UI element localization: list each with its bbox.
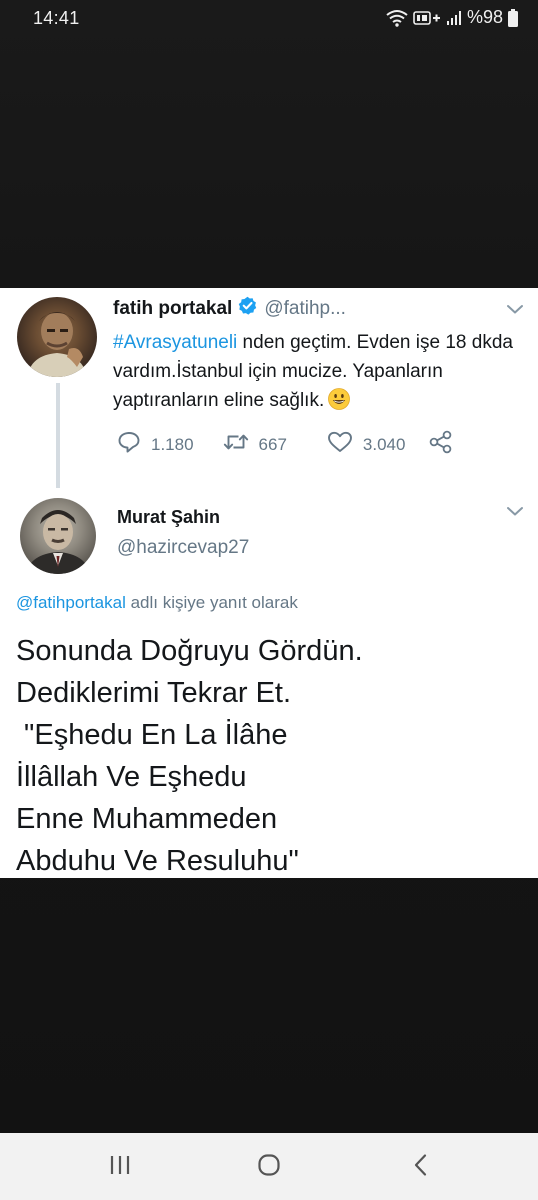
home-icon[interactable]	[257, 1153, 281, 1182]
reply-text-line: Dediklerimi Tekrar Et.	[16, 677, 292, 709]
status-time: 14:41	[33, 8, 80, 28]
like-action[interactable]: 3.040	[327, 431, 406, 458]
back-icon[interactable]	[411, 1153, 431, 1182]
like-count: 3.040	[362, 434, 406, 454]
reply-text: Sonunda Doğruyu Gördün. Dediklerimi Tekr…	[16, 630, 526, 882]
phone-screen: 14:41 %98 fatih portakal @fatihp... #Avr…	[0, 0, 538, 1200]
reply-text-line: İllâllah Ve Eşhedu	[16, 761, 247, 793]
retweet-action[interactable]: 667	[223, 432, 287, 457]
share-icon	[428, 430, 454, 459]
replying-to-context: @fatihportakal adlı kişiye yanıt olarak	[16, 593, 298, 613]
grinning-face-emoji-icon	[328, 388, 351, 410]
battery-icon	[508, 8, 518, 27]
reply-action[interactable]: 1.180	[117, 431, 194, 458]
signal-icon	[446, 10, 462, 26]
recent-apps-icon[interactable]	[108, 1153, 132, 1182]
tweet-actions: 1.180 667 3.040	[117, 430, 454, 459]
retweet-count: 667	[258, 434, 287, 454]
reply-text-line: Enne Muhammeden	[16, 803, 278, 835]
reply-author-name[interactable]: Murat Şahin	[117, 507, 220, 528]
chevron-down-icon[interactable]	[506, 504, 524, 522]
verified-badge-icon	[238, 296, 257, 321]
reply-author-handle[interactable]: @hazircevap27	[117, 537, 249, 559]
original-tweet[interactable]: fatih portakal @fatihp... #Avrasyatuneli…	[0, 288, 538, 488]
status-icons: %98	[386, 7, 518, 28]
wifi-icon	[386, 9, 408, 27]
retweet-icon	[223, 432, 249, 457]
share-action[interactable]	[428, 430, 454, 459]
navigation-bar	[0, 1133, 538, 1200]
reply-count: 1.180	[151, 434, 194, 454]
hashtag-link[interactable]: #Avrasyatuneli	[113, 332, 237, 353]
tweet-text: #Avrasyatuneli nden geçtim. Evden işe 18…	[113, 328, 518, 415]
status-bar: 14:41 %98	[0, 0, 538, 40]
reply-author-avatar[interactable]	[20, 498, 96, 574]
author-name[interactable]: fatih portakal	[113, 298, 232, 320]
tweet-screenshot-card: fatih portakal @fatihp... #Avrasyatuneli…	[0, 288, 538, 878]
thread-connector-line	[56, 383, 60, 488]
author-avatar[interactable]	[17, 297, 97, 377]
reply-to-mention-link[interactable]: @fatihportakal	[16, 593, 126, 612]
reply-icon	[117, 431, 141, 458]
reply-to-suffix: adlı kişiye yanıt olarak	[125, 593, 298, 612]
battery-percent: %98	[466, 7, 503, 27]
tweet-header: fatih portakal @fatihp...	[113, 296, 346, 321]
volte-icon	[413, 10, 441, 26]
reply-text-line: "Eşhedu En La İlâhe	[16, 719, 288, 751]
reply-text-line: Sonunda Doğruyu Gördün.	[16, 635, 363, 667]
chevron-down-icon[interactable]	[506, 302, 524, 320]
reply-text-line: Abduhu Ve Resuluhu"	[16, 845, 299, 877]
heart-icon	[327, 431, 353, 458]
author-handle[interactable]: @fatihp...	[264, 298, 346, 320]
